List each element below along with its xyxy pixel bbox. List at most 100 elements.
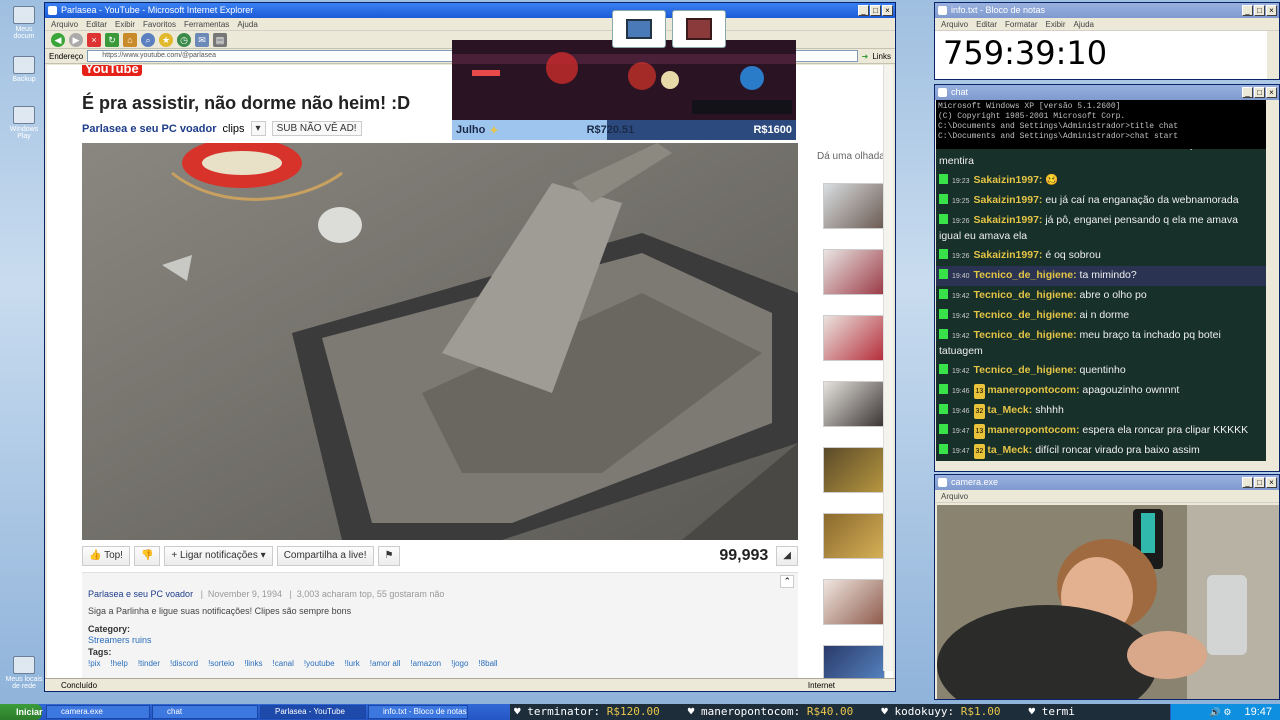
clips-dropdown[interactable]: ▾	[250, 121, 266, 136]
menu-help[interactable]: Ajuda	[237, 18, 257, 30]
taskbar-item-chat[interactable]: chat	[152, 705, 258, 719]
notify-button[interactable]: + Ligar notificações ▾	[164, 546, 273, 566]
category-link[interactable]: Streamers ruins	[88, 635, 152, 645]
stop-icon[interactable]: ×	[87, 32, 101, 47]
start-button[interactable]: Iniciar	[0, 704, 43, 720]
related-thumb[interactable]	[823, 381, 885, 427]
menu-edit[interactable]: Editar	[976, 18, 997, 30]
desktop-icon-network[interactable]: Meus locais de rede	[4, 656, 44, 690]
close-button[interactable]: ×	[882, 5, 893, 16]
close-button[interactable]: ×	[1266, 87, 1277, 98]
chat-username[interactable]: Sakaizin1997:	[974, 214, 1046, 226]
chat-vertical-scrollbar[interactable]	[1269, 149, 1279, 461]
menu-view[interactable]: Exibir	[115, 18, 135, 30]
chat-username[interactable]: Sakaizin1997:	[974, 174, 1046, 186]
tag-link[interactable]: !amor all	[370, 659, 401, 668]
camera-titlebar[interactable]: camera.exe _ □ ×	[935, 475, 1279, 490]
related-thumb[interactable]	[823, 315, 885, 361]
chat-username[interactable]: Tecnico_de_higiene:	[974, 269, 1080, 281]
tag-link[interactable]: !youtube	[304, 659, 335, 668]
minimize-button[interactable]: _	[1242, 5, 1253, 16]
tag-link[interactable]: !sorteio	[208, 659, 234, 668]
dislike-button[interactable]: 👎	[133, 546, 161, 566]
maximize-button[interactable]: □	[1254, 87, 1265, 98]
stats-button[interactable]: ◢	[776, 546, 798, 566]
maximize-button[interactable]: □	[1254, 477, 1265, 488]
related-thumb[interactable]	[823, 447, 885, 493]
chat-username[interactable]: maneropontocom:	[987, 424, 1082, 436]
history-icon[interactable]: ◷	[177, 32, 191, 47]
stream-timer[interactable]: 759:39:10	[935, 31, 1267, 79]
notepad-titlebar[interactable]: info.txt - Bloco de notas _ □ ×	[935, 3, 1279, 18]
chat-titlebar[interactable]: chat _ □ ×	[935, 85, 1279, 100]
menu-file[interactable]: Arquivo	[51, 18, 78, 30]
close-button[interactable]: ×	[1266, 477, 1277, 488]
links-label[interactable]: Links	[872, 52, 891, 61]
chat-username[interactable]: ta_Meck:	[987, 444, 1035, 456]
tag-link[interactable]: !discord	[170, 659, 198, 668]
channel-link[interactable]: Parlasea e seu PC voador	[82, 123, 217, 135]
menu-file[interactable]: Arquivo	[941, 18, 968, 30]
chat-username[interactable]: Sakaizin1997:	[974, 194, 1046, 206]
tray-icons[interactable]: 🔊 ⚙	[1210, 707, 1232, 717]
ie-titlebar[interactable]: Parlasea - YouTube - Microsoft Internet …	[45, 3, 895, 18]
print-icon[interactable]: ▤	[213, 32, 227, 47]
chat-username[interactable]: ta_Meck:	[987, 404, 1035, 416]
description-channel[interactable]: Parlasea e seu PC voador	[88, 589, 193, 599]
taskbar-item-camera[interactable]: camera.exe	[46, 705, 150, 719]
related-thumb[interactable]	[823, 249, 885, 295]
vertical-scrollbar[interactable]	[883, 65, 893, 671]
maximize-button[interactable]: □	[870, 5, 881, 16]
forward-icon[interactable]: ▶	[69, 32, 83, 47]
close-button[interactable]: ×	[1266, 5, 1277, 16]
search-icon[interactable]: ⌕	[141, 32, 155, 47]
tag-link[interactable]: !pix	[88, 659, 100, 668]
chat-username[interactable]: ZorusBR:	[974, 149, 1025, 151]
flag-button[interactable]: ⚑	[377, 546, 401, 566]
tag-link[interactable]: !tinder	[138, 659, 160, 668]
refresh-icon[interactable]: ↻	[105, 32, 119, 47]
maximize-button[interactable]: □	[1254, 5, 1265, 16]
mail-icon[interactable]: ✉	[195, 32, 209, 47]
chat-username[interactable]: Tecnico_de_higiene:	[974, 309, 1080, 321]
taskbar-item-youtube[interactable]: Parlasea - YouTube	[260, 705, 366, 719]
related-thumb[interactable]	[823, 183, 885, 229]
taskbar-item-notepad[interactable]: info.txt - Bloco de notas	[368, 705, 468, 719]
menu-tools[interactable]: Ferramentas	[184, 18, 229, 30]
video-player[interactable]	[82, 143, 798, 540]
chat-username[interactable]: Tecnico_de_higiene:	[974, 289, 1080, 301]
tag-link[interactable]: !jogo	[451, 659, 468, 668]
desktop-icon-backup[interactable]: Backup	[4, 56, 44, 83]
chat-username[interactable]: maneropontocom:	[987, 384, 1082, 396]
related-thumb[interactable]	[823, 579, 885, 625]
menu-file[interactable]: Arquivo	[941, 490, 968, 502]
menu-view[interactable]: Exibir	[1045, 18, 1065, 30]
minimize-button[interactable]: _	[1242, 87, 1253, 98]
youtube-logo[interactable]: YouTube	[82, 65, 142, 76]
tag-link[interactable]: !lurk	[345, 659, 360, 668]
desktop-icon-player[interactable]: Windows Play	[4, 106, 44, 140]
chat-username[interactable]: Tecnico_de_higiene:	[974, 329, 1080, 341]
back-icon[interactable]: ◀	[51, 32, 65, 47]
chat-username[interactable]: Sakaizin1997:	[974, 249, 1046, 261]
related-thumb[interactable]	[823, 513, 885, 559]
related-thumb[interactable]	[823, 645, 885, 679]
subscribe-button[interactable]: SUB NÃO VÊ AD!	[271, 121, 362, 136]
tag-link[interactable]: !canal	[273, 659, 294, 668]
menu-format[interactable]: Formatar	[1005, 18, 1037, 30]
favorites-icon[interactable]: ★	[159, 32, 173, 47]
chat-username[interactable]: Tecnico_de_higiene:	[974, 364, 1080, 376]
minimize-button[interactable]: _	[858, 5, 869, 16]
like-button[interactable]: 👍 Top!	[82, 546, 130, 566]
menu-help[interactable]: Ajuda	[1074, 18, 1094, 30]
menu-edit[interactable]: Editar	[86, 18, 107, 30]
tag-link[interactable]: !links	[244, 659, 262, 668]
menu-favorites[interactable]: Favoritos	[143, 18, 176, 30]
go-icon[interactable]: ➜	[862, 52, 869, 61]
share-button[interactable]: Compartilha a live!	[276, 546, 374, 566]
minimize-button[interactable]: _	[1242, 477, 1253, 488]
tag-link[interactable]: !8ball	[478, 659, 497, 668]
tag-link[interactable]: !amazon	[410, 659, 441, 668]
home-icon[interactable]: ⌂	[123, 32, 137, 47]
chat-horizontal-scrollbar[interactable]	[936, 461, 1266, 471]
